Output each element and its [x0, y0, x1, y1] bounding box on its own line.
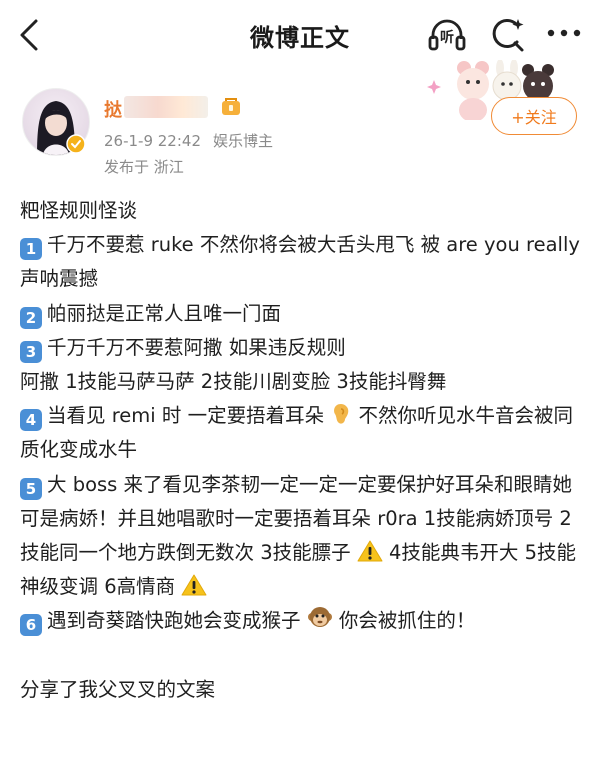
- post-content: 粑怪规则怪谈 1 千万不要惹 ruke 不然你将会被大舌头甩飞 被 are you…: [20, 194, 585, 707]
- listen-label: 听: [440, 30, 454, 46]
- warning-emoji-icon: [181, 574, 207, 596]
- post-meta: 26-1-9 22:42 娱乐博主: [104, 130, 285, 151]
- keycap-number-4: 4: [20, 409, 42, 432]
- rule-item-6: 6 遇到奇葵踏快跑她会变成猴子 你会被抓住的！: [20, 604, 585, 638]
- author-name[interactable]: 挞: [104, 96, 122, 122]
- keycap-number-3: 3: [20, 340, 42, 363]
- monkey-emoji-icon: [307, 607, 332, 628]
- rule-text-continued: 你会被抓住的！: [338, 609, 476, 633]
- author-tag: 娱乐博主: [213, 132, 274, 150]
- ear-emoji-icon: [334, 404, 349, 424]
- post-outro: 分享了我父叉叉的文案: [20, 677, 216, 701]
- rule-text: 遇到奇葵踏快跑她会变成猴子: [47, 609, 301, 633]
- follow-button[interactable]: +关注: [491, 97, 577, 135]
- keycap-number-1: 1: [20, 238, 42, 261]
- rule-item-3: 3 千万千万不要惹阿撒 如果违反规则: [20, 331, 585, 365]
- rule-text: 帕丽挞是正常人且唯一门面: [47, 301, 282, 325]
- post-intro: 粑怪规则怪谈: [20, 199, 138, 222]
- redacted-name-area: [124, 96, 208, 118]
- rule-item-1: 1 千万不要惹 ruke 不然你将会被大舌头甩飞 被 are you really…: [20, 228, 585, 296]
- rule-item-2: 2 帕丽挞是正常人且唯一门面: [20, 297, 585, 331]
- keycap-number-2: 2: [20, 306, 42, 329]
- verified-badge-icon: [66, 134, 86, 154]
- rule-item-5: 5大 boss 来了看见李茶韧一定一定一定要保护好耳朵和眼睛她可是病娇！并且她唱…: [20, 468, 585, 605]
- post-location: 发布于 浙江: [104, 158, 184, 176]
- rule-text: 千万千万不要惹阿撒 如果违反规则: [47, 335, 346, 359]
- keycap-number-5: 5: [20, 477, 42, 500]
- rule-item-3-skills: 阿撒 1技能马萨马萨 2技能川剧变脸 3技能抖臀舞: [20, 370, 447, 394]
- post-date: 26-1-9 22:42: [104, 132, 201, 150]
- rule-item-4: 4 当看见 remi 时 一定要捂着耳朵 不然你听见水牛音会被同质化变成水牛: [20, 399, 585, 467]
- warning-emoji-icon: [357, 540, 383, 562]
- keycap-number-6: 6: [20, 614, 42, 637]
- rule-text: 千万不要惹 ruke 不然你将会被大舌头甩飞 被 are you really …: [20, 233, 580, 291]
- ai-search-icon[interactable]: [488, 15, 526, 55]
- more-options-icon[interactable]: [546, 26, 582, 40]
- rule-text: 当看见 remi 时 一定要捂着耳朵: [47, 404, 325, 428]
- member-badge-icon: [222, 98, 240, 115]
